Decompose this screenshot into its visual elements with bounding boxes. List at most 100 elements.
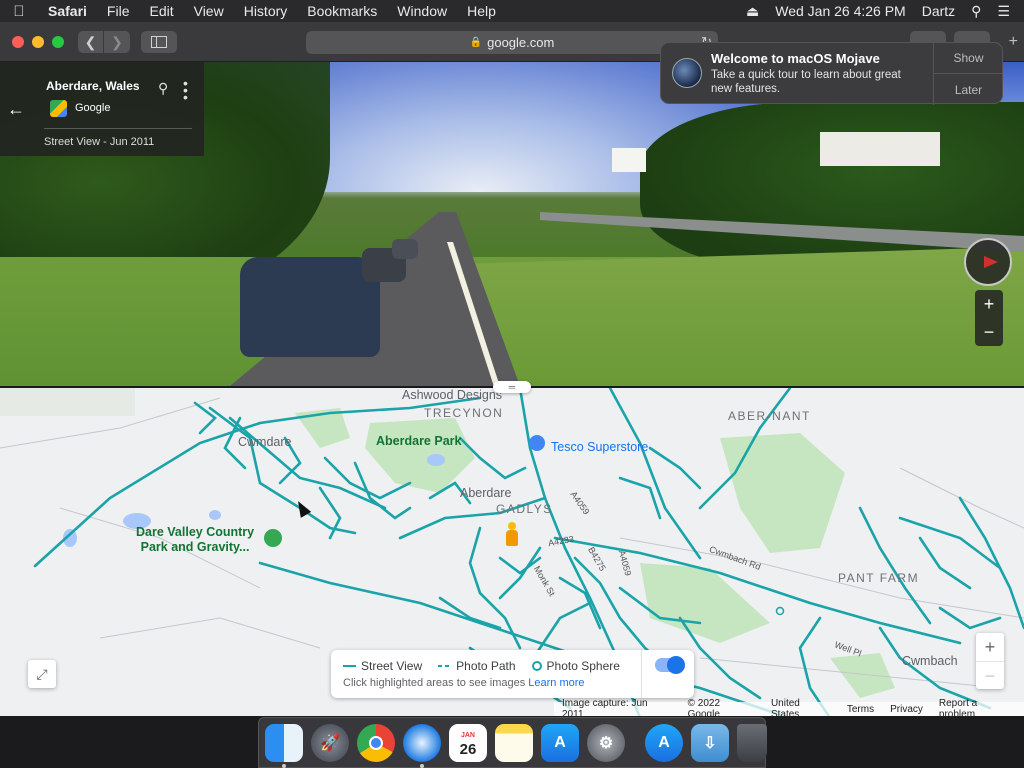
legend-street-view: Street View — [343, 659, 422, 673]
zoom-out-button[interactable]: − — [975, 318, 1003, 346]
legend-label: Photo Path — [456, 659, 516, 673]
map-pin-icon[interactable]: ⚲ — [158, 80, 168, 97]
map-zoom-out-button[interactable]: − — [976, 661, 1004, 689]
forward-button[interactable]: ❯ — [104, 31, 130, 53]
panorama-house — [612, 148, 646, 172]
panorama-house — [820, 132, 940, 166]
zoom-window-button[interactable] — [52, 36, 64, 48]
street-view-layer-toggle[interactable] — [655, 656, 685, 674]
calendar-icon[interactable]: JAN 26 — [449, 723, 487, 762]
close-window-button[interactable] — [12, 36, 24, 48]
divider — [44, 128, 192, 129]
parked-car — [240, 257, 380, 357]
map-label: PANT FARM — [838, 571, 920, 585]
google-maps-logo-icon — [50, 100, 67, 117]
map-place-label-line: Dare Valley Country — [136, 525, 255, 539]
menu-bookmarks[interactable]: Bookmarks — [297, 3, 387, 19]
region-link[interactable]: United States — [771, 698, 831, 720]
running-indicator — [282, 763, 286, 768]
privacy-link[interactable]: Privacy — [890, 704, 923, 715]
map-label[interactable]: Ashwood Designs — [402, 388, 502, 402]
divider — [641, 650, 642, 698]
app-store-download-icon[interactable]: A — [645, 723, 683, 762]
map-label: Aberdare — [460, 486, 512, 500]
finder-icon[interactable] — [265, 723, 303, 768]
street-view-info-card: ← Aberdare, Wales ⚲ • • • Google Street Vi… — [0, 62, 204, 156]
parked-car — [392, 239, 418, 259]
menu-file[interactable]: File — [97, 3, 140, 19]
map-label: Cwmdare — [238, 435, 292, 449]
legend-label: Photo Sphere — [546, 659, 620, 673]
trash-icon[interactable] — [737, 723, 767, 762]
learn-more-link[interactable]: Learn more — [528, 677, 584, 689]
menu-edit[interactable]: Edit — [139, 3, 183, 19]
apple-menu-icon[interactable]:  — [0, 3, 38, 20]
dashed-line-icon — [438, 665, 452, 667]
map-place-label[interactable]: Dare Valley Country Park and Gravity... — [136, 525, 254, 555]
map-label: ABER-NANT — [728, 409, 811, 423]
circle-icon — [531, 661, 542, 671]
menu-app[interactable]: Safari — [38, 3, 97, 19]
menubar-user[interactable]: Dartz — [922, 3, 955, 19]
spotlight-search-icon[interactable]: ⚲ — [971, 3, 981, 20]
menubar-clock[interactable]: Wed Jan 26 4:26 PM — [775, 3, 905, 19]
notes-icon[interactable] — [495, 723, 533, 762]
notification-body: Take a quick tour to learn about great n… — [711, 69, 901, 95]
legend-photo-path: Photo Path — [438, 659, 516, 673]
solid-line-icon — [343, 665, 356, 667]
map-place-label[interactable]: Aberdare Park — [376, 434, 461, 448]
menu-history[interactable]: History — [234, 3, 298, 19]
terms-link[interactable]: Terms — [847, 704, 874, 715]
system-notification[interactable]: Welcome to macOS Mojave Take a quick tou… — [660, 42, 1003, 105]
map-footer: Image capture: Jun 2011 © 2022 Google Un… — [554, 698, 1024, 720]
eject-icon[interactable]: ⏏ — [746, 3, 759, 20]
zoom-in-button[interactable]: + — [975, 290, 1003, 318]
exit-fullscreen-icon[interactable]: ⤢ — [28, 660, 56, 688]
nav-buttons: ❮ ❯ — [78, 31, 130, 53]
mojave-icon — [672, 58, 702, 88]
notification-title: Welcome to macOS Mojave — [711, 51, 880, 66]
notification-center-icon[interactable]: ☰ — [997, 3, 1010, 20]
legend-hint: Click highlighted areas to see images Le… — [343, 677, 585, 689]
map-label: Cwmbach — [902, 654, 958, 668]
street-view-legend: Street View Photo Path Photo Sphere Clic… — [331, 650, 694, 698]
address-bar[interactable]: 🔒 google.com ↻ — [306, 31, 718, 54]
running-indicator — [420, 763, 424, 768]
map-zoom-in-button[interactable]: + — [976, 633, 1004, 661]
chrome-icon[interactable] — [357, 723, 395, 762]
map-label: GADLYS — [496, 502, 553, 516]
provider-name[interactable]: Google — [75, 102, 110, 114]
map-label: TRECYNON — [424, 406, 504, 420]
compass-icon[interactable] — [964, 238, 1012, 286]
downloads-folder-icon[interactable]: ⇩ — [691, 723, 729, 762]
capture-date[interactable]: Street View - Jun 2011 — [44, 136, 154, 148]
back-arrow-icon[interactable]: ← — [0, 62, 32, 156]
notification-later-button[interactable]: Later — [933, 74, 1003, 105]
more-options-icon[interactable]: • • • — [183, 76, 188, 104]
menu-view[interactable]: View — [184, 3, 234, 19]
launchpad-icon[interactable]: 🚀 — [311, 723, 349, 762]
sidebar-toggle-button[interactable] — [141, 31, 177, 53]
map-zoom-controls: + − — [976, 633, 1004, 689]
panorama-zoom-controls: + − — [975, 290, 1003, 346]
menu-window[interactable]: Window — [387, 3, 457, 19]
notification-show-button[interactable]: Show — [933, 43, 1003, 74]
location-title: Aberdare, Wales — [46, 79, 140, 93]
new-tab-button[interactable]: + — [1009, 33, 1018, 51]
app-store-icon[interactable]: A — [541, 723, 579, 762]
safari-icon[interactable] — [403, 723, 441, 768]
lock-icon: 🔒 — [469, 37, 483, 48]
minimize-window-button[interactable] — [32, 36, 44, 48]
window-controls — [12, 36, 64, 48]
menu-bar:  Safari File Edit View History Bookmark… — [0, 0, 1024, 22]
pegman-icon[interactable] — [506, 522, 518, 548]
map-place-label[interactable]: Tesco Superstore — [551, 440, 648, 454]
legend-hint-text: Click highlighted areas to see images — [343, 677, 526, 689]
back-button[interactable]: ❮ — [78, 31, 104, 53]
calendar-day: 26 — [459, 740, 477, 758]
menu-help[interactable]: Help — [457, 3, 506, 19]
resize-handle[interactable]: ═ — [493, 381, 531, 393]
dock: 🚀 JAN 26 A ⚙ A ⇩ — [258, 717, 767, 768]
report-problem-link[interactable]: Report a problem — [939, 698, 1016, 720]
system-preferences-icon[interactable]: ⚙ — [587, 723, 625, 762]
